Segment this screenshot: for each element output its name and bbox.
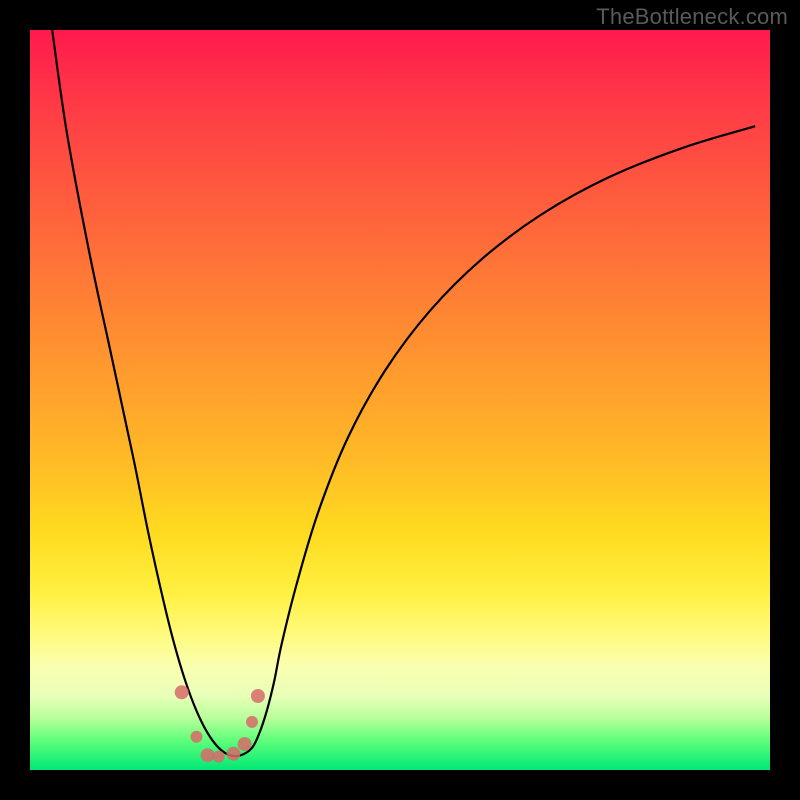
marker-dot [227, 747, 241, 761]
marker-dot [191, 731, 203, 743]
highlight-markers [175, 685, 265, 762]
chart-svg [30, 30, 770, 770]
marker-dot [251, 689, 265, 703]
marker-dot [246, 716, 258, 728]
curve-path [52, 30, 755, 756]
marker-dot [201, 748, 215, 762]
marker-dot [213, 751, 225, 763]
chart-frame: TheBottleneck.com [0, 0, 800, 800]
marker-dot [238, 737, 252, 751]
attribution-text: TheBottleneck.com [596, 4, 788, 30]
marker-dot [175, 685, 189, 699]
bottleneck-curve [52, 30, 755, 756]
plot-area [30, 30, 770, 770]
